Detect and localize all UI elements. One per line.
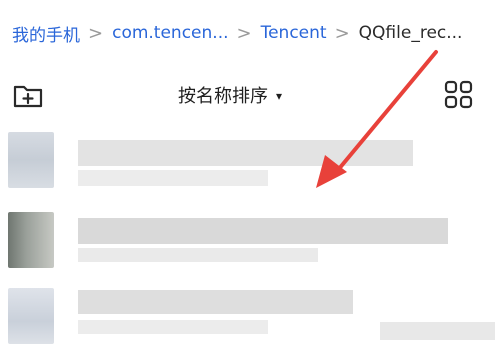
pixelated-file-details [78,170,268,186]
sort-label: 按名称排序 [178,86,268,107]
caret-down-icon: ▾ [276,88,283,103]
file-thumbnail [8,288,54,344]
breadcrumb-item-current-folder: QQfile_rec... [358,23,463,43]
toolbar: 按名称排序 ▾ [0,66,500,122]
grid-view-icon[interactable] [444,80,474,110]
pixelated-file-meta [380,322,495,340]
breadcrumb-separator-icon: > [236,22,252,44]
breadcrumb-separator-icon: > [334,22,350,44]
pixelated-file-details [78,248,318,262]
sort-dropdown[interactable]: 按名称排序 ▾ [178,80,282,110]
pixelated-file-name [78,290,353,314]
breadcrumb-item-my-phone[interactable]: 我的手机 [12,21,80,46]
file-row[interactable] [0,126,500,198]
breadcrumb-item-tencent[interactable]: Tencent [261,23,327,43]
pixelated-file-name [78,218,448,244]
file-row[interactable] [0,282,500,354]
file-thumbnail [8,212,54,268]
file-row[interactable] [0,204,500,276]
file-list [0,122,500,345]
breadcrumb-separator-icon: > [88,22,104,44]
pixelated-file-name [78,140,413,166]
pixelated-file-details [78,320,268,334]
breadcrumb: 我的手机 > com.tencen... > Tencent > QQfile_… [0,0,500,66]
file-thumbnail [8,132,54,188]
breadcrumb-item-package[interactable]: com.tencen... [112,23,228,43]
folder-add-icon[interactable] [12,83,44,109]
